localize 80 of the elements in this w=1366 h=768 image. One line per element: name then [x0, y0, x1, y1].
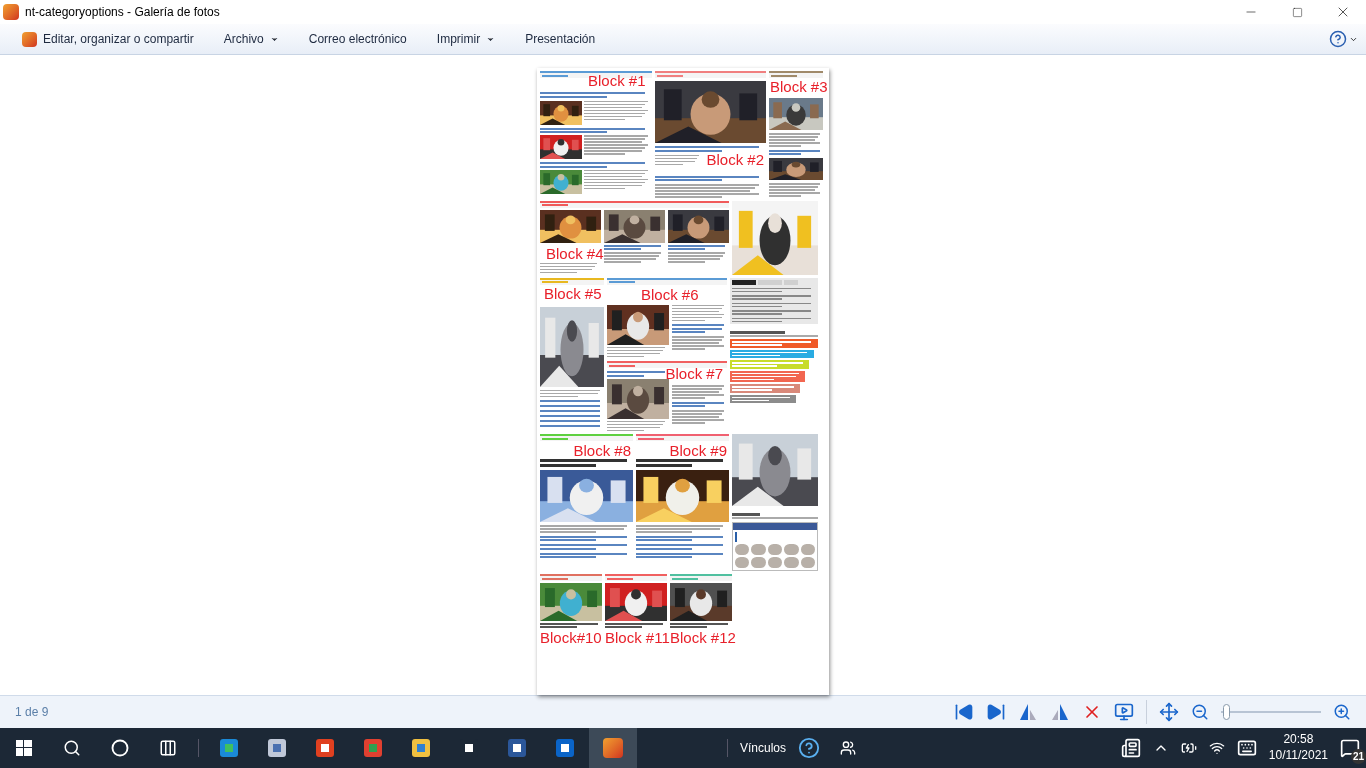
heading-line-drawing: [730, 331, 785, 334]
zoom-in-icon[interactable]: [1333, 703, 1351, 721]
zoom-slider[interactable]: [1221, 704, 1321, 720]
heading-line-drawing: [732, 513, 760, 516]
toolbar-button[interactable]: Correo electrónico: [308, 30, 407, 48]
section-header: [769, 71, 823, 78]
clock[interactable]: 20:58 10/11/2021: [1268, 732, 1328, 764]
text-lines-drawing: [672, 410, 727, 424]
clock-time: 20:58: [1283, 732, 1314, 748]
block-label: Block #9: [669, 443, 727, 458]
text-lines-drawing: [672, 336, 727, 350]
window-title: nt-categoryoptions - Galería de fotos: [25, 4, 220, 21]
wifi-icon[interactable]: [1208, 740, 1225, 756]
avatar: [767, 557, 783, 568]
app-icon: [3, 4, 19, 20]
block-label: Block #7: [665, 366, 723, 381]
block-label: Block #3: [770, 79, 828, 94]
popular-post[interactable]: [730, 370, 805, 382]
help-icon[interactable]: [1329, 30, 1347, 48]
avatar: [751, 544, 766, 555]
news-icon[interactable]: [1120, 738, 1141, 758]
zoom-out-icon[interactable]: [1191, 703, 1209, 721]
gallery-icon: [22, 31, 37, 47]
people-icon[interactable]: [840, 740, 857, 756]
block-label: Block #2: [706, 151, 764, 167]
text-lines-drawing: [672, 304, 727, 321]
clock-date: 10/11/2021: [1268, 748, 1328, 764]
toolbar-button[interactable]: Archivo: [223, 30, 279, 48]
popular-post[interactable]: [730, 394, 796, 403]
toolbar-button[interactable]: Imprimir: [436, 30, 496, 48]
avatar: [784, 557, 799, 568]
block-label: Block #4: [546, 245, 604, 261]
avatar: [751, 557, 766, 568]
image-counter: 1 de 9: [15, 704, 49, 721]
rotate-right-icon[interactable]: [1050, 702, 1070, 722]
avatar: [784, 544, 799, 555]
text-lines-drawing: [655, 154, 702, 165]
text-lines-drawing: [672, 385, 727, 399]
text-lines-drawing: [769, 183, 823, 197]
block-label: Block #8: [573, 443, 631, 458]
popular-post[interactable]: [730, 384, 801, 393]
maximize-icon[interactable]: [1291, 6, 1303, 18]
block-label: Block #12: [670, 629, 736, 645]
start-icon[interactable]: [16, 740, 32, 756]
next-icon[interactable]: [986, 702, 1006, 722]
section-header: [605, 574, 667, 581]
fit-icon[interactable]: [1159, 702, 1179, 722]
section-header: [670, 574, 732, 581]
block-label: Block #5: [544, 285, 602, 301]
gallery-taskbar-button[interactable]: [589, 728, 637, 768]
previous-icon[interactable]: [954, 702, 974, 722]
avatar: [735, 557, 750, 568]
rotate-left-icon[interactable]: [1018, 702, 1038, 722]
cortana-icon[interactable]: [111, 739, 129, 757]
text-lines-drawing: [769, 149, 823, 155]
sidebar-tab[interactable]: [732, 279, 756, 285]
block-label: Block #11: [605, 629, 670, 645]
notification-badge: 21: [1350, 749, 1366, 764]
links-toolbar[interactable]: Vínculos: [740, 739, 787, 757]
avatar: [767, 544, 783, 555]
keyboard-icon[interactable]: [1236, 738, 1257, 758]
help-icon[interactable]: [798, 737, 821, 759]
toolbar-button[interactable]: Editar, organizar o compartir: [22, 30, 194, 48]
block-label: Block #6: [641, 286, 699, 302]
text-lines-drawing: [672, 401, 727, 407]
avatar: [800, 557, 815, 568]
text-lines-drawing: [672, 324, 727, 333]
slideshow-icon[interactable]: [1114, 702, 1134, 722]
avatar: [735, 544, 750, 555]
toolbar-button[interactable]: Presentación: [525, 30, 596, 48]
slider-thumb[interactable]: [1222, 704, 1230, 720]
section-header: [540, 574, 602, 581]
search-icon[interactable]: [63, 739, 81, 757]
section-header: [540, 277, 604, 285]
avatar: [800, 544, 815, 555]
block-label: Block#10: [540, 629, 602, 645]
text-lines-drawing: [769, 133, 823, 147]
battery-icon[interactable]: [1180, 740, 1197, 756]
task-view-icon[interactable]: [159, 739, 177, 757]
block-label: Block #1: [588, 73, 646, 88]
